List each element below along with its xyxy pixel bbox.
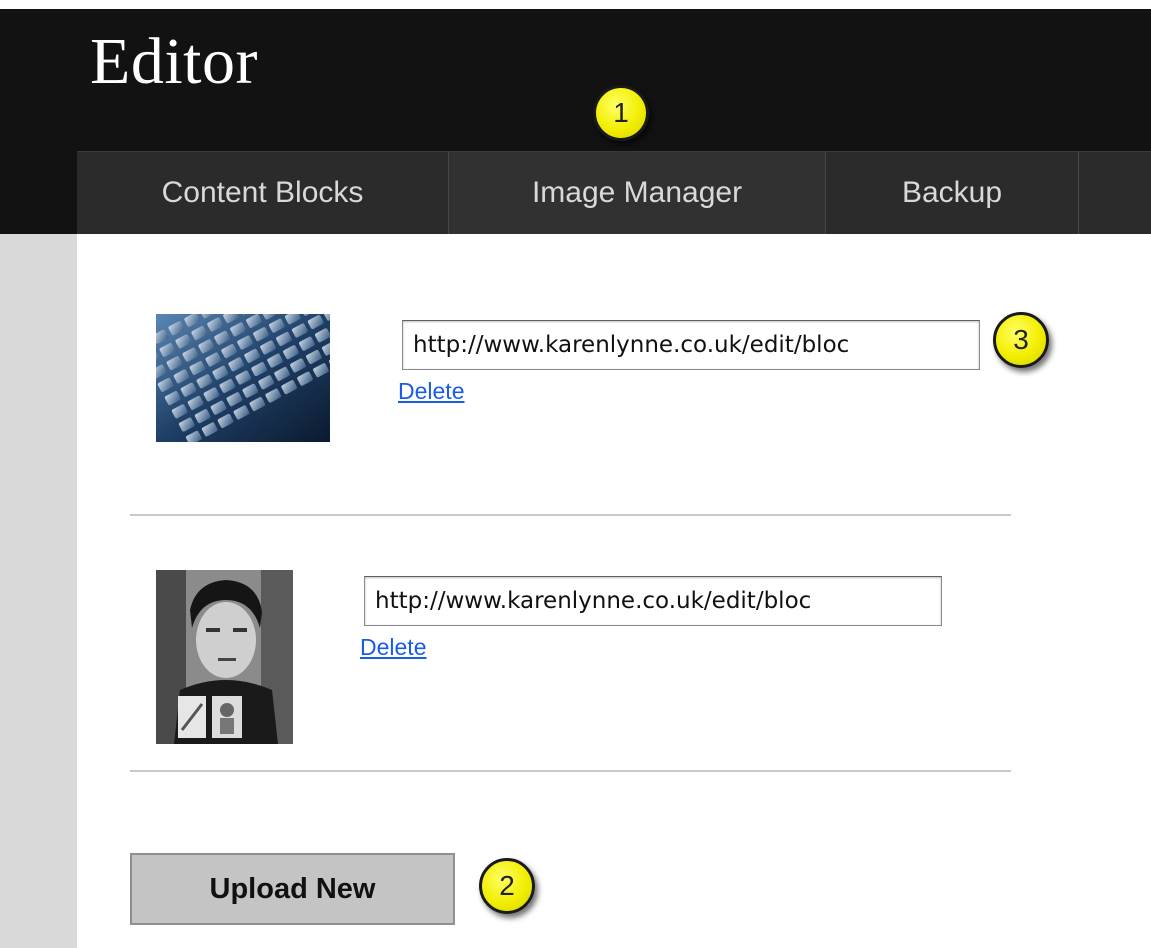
row-divider — [130, 514, 1011, 516]
nav-bar: Content Blocks Image Manager Backup — [77, 151, 1151, 234]
left-gutter — [0, 234, 77, 948]
header-top-strip — [0, 0, 1151, 9]
app-header: Editor Content Blocks Image Manager Back… — [0, 0, 1151, 234]
tab-image-manager[interactable]: Image Manager — [449, 152, 826, 234]
image-thumbnail-keyboard — [156, 314, 330, 442]
keyboard-photo-icon — [156, 314, 330, 442]
delete-image-link-2[interactable]: Delete — [360, 634, 426, 661]
app-title: Editor — [90, 25, 258, 98]
image-thumbnail-portrait — [156, 570, 293, 744]
tab-backup[interactable]: Backup — [826, 152, 1079, 234]
portrait-photo-icon — [156, 570, 293, 744]
callout-marker-1: 1 — [593, 85, 649, 141]
callout-marker-2: 2 — [479, 858, 535, 914]
image-url-field-2[interactable] — [364, 576, 942, 626]
callout-marker-3: 3 — [993, 312, 1049, 368]
image-url-field-1[interactable] — [402, 320, 980, 370]
tab-content-blocks[interactable]: Content Blocks — [77, 152, 449, 234]
row-divider — [130, 770, 1011, 772]
upload-new-button[interactable]: Upload New — [130, 853, 455, 925]
delete-image-link-1[interactable]: Delete — [398, 378, 464, 405]
